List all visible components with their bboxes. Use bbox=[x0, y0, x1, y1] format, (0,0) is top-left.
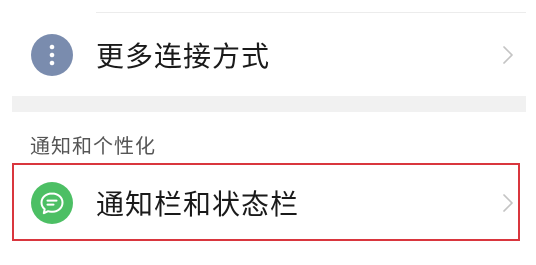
more-connections-row[interactable]: 更多连接方式 bbox=[0, 14, 536, 96]
chevron-right-icon bbox=[503, 46, 513, 64]
divider bbox=[96, 12, 526, 13]
section-separator bbox=[12, 96, 526, 112]
more-vertical-icon bbox=[31, 34, 73, 76]
more-connections-label: 更多连接方式 bbox=[96, 40, 271, 73]
section-header: 通知和个性化 bbox=[30, 134, 156, 158]
settings-screen: 更多连接方式 通知和个性化 通知栏和状态栏 bbox=[0, 0, 536, 265]
highlight-box bbox=[12, 163, 520, 241]
